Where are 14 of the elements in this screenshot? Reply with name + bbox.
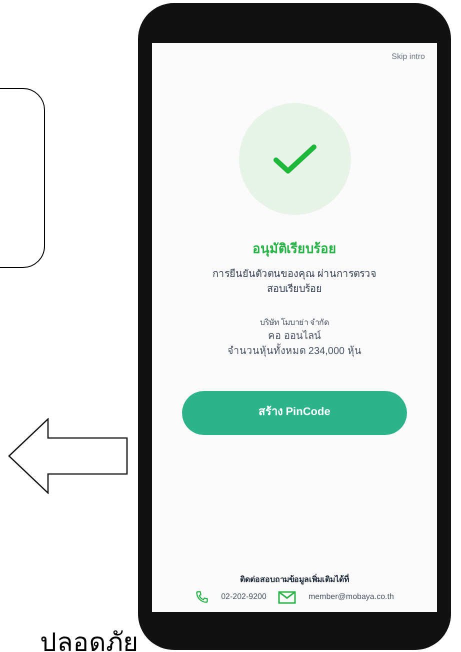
phone-number[interactable]: 02-202-9200: [221, 591, 266, 603]
phone-icon: [195, 590, 210, 604]
email-address[interactable]: member@mobaya.co.th: [308, 591, 394, 603]
shares-text: จำนวนหุ้นทั้งหมด 234,000 หุ้น: [228, 344, 362, 358]
check-icon: [272, 142, 318, 176]
caption-text: ปลอดภัย: [40, 626, 138, 652]
contact-title: ติดต่อสอบถามข้อมูลเพิ่มเติมได้ที่: [240, 574, 349, 586]
message-text: การยืนยันตัวตนของคุณ ผ่านการตรวจสอบเรียบร้อย: [212, 268, 378, 296]
company-text: บริษัท โมบาย่า จำกัด: [260, 316, 330, 328]
mail-icon: [278, 590, 296, 604]
success-title: อนุมัติเรียบร้อย: [252, 240, 336, 258]
name-text: คอ ออนไลน์: [268, 329, 321, 344]
top-link[interactable]: Skip intro: [392, 51, 425, 63]
left-arrow-icon: [8, 418, 128, 494]
